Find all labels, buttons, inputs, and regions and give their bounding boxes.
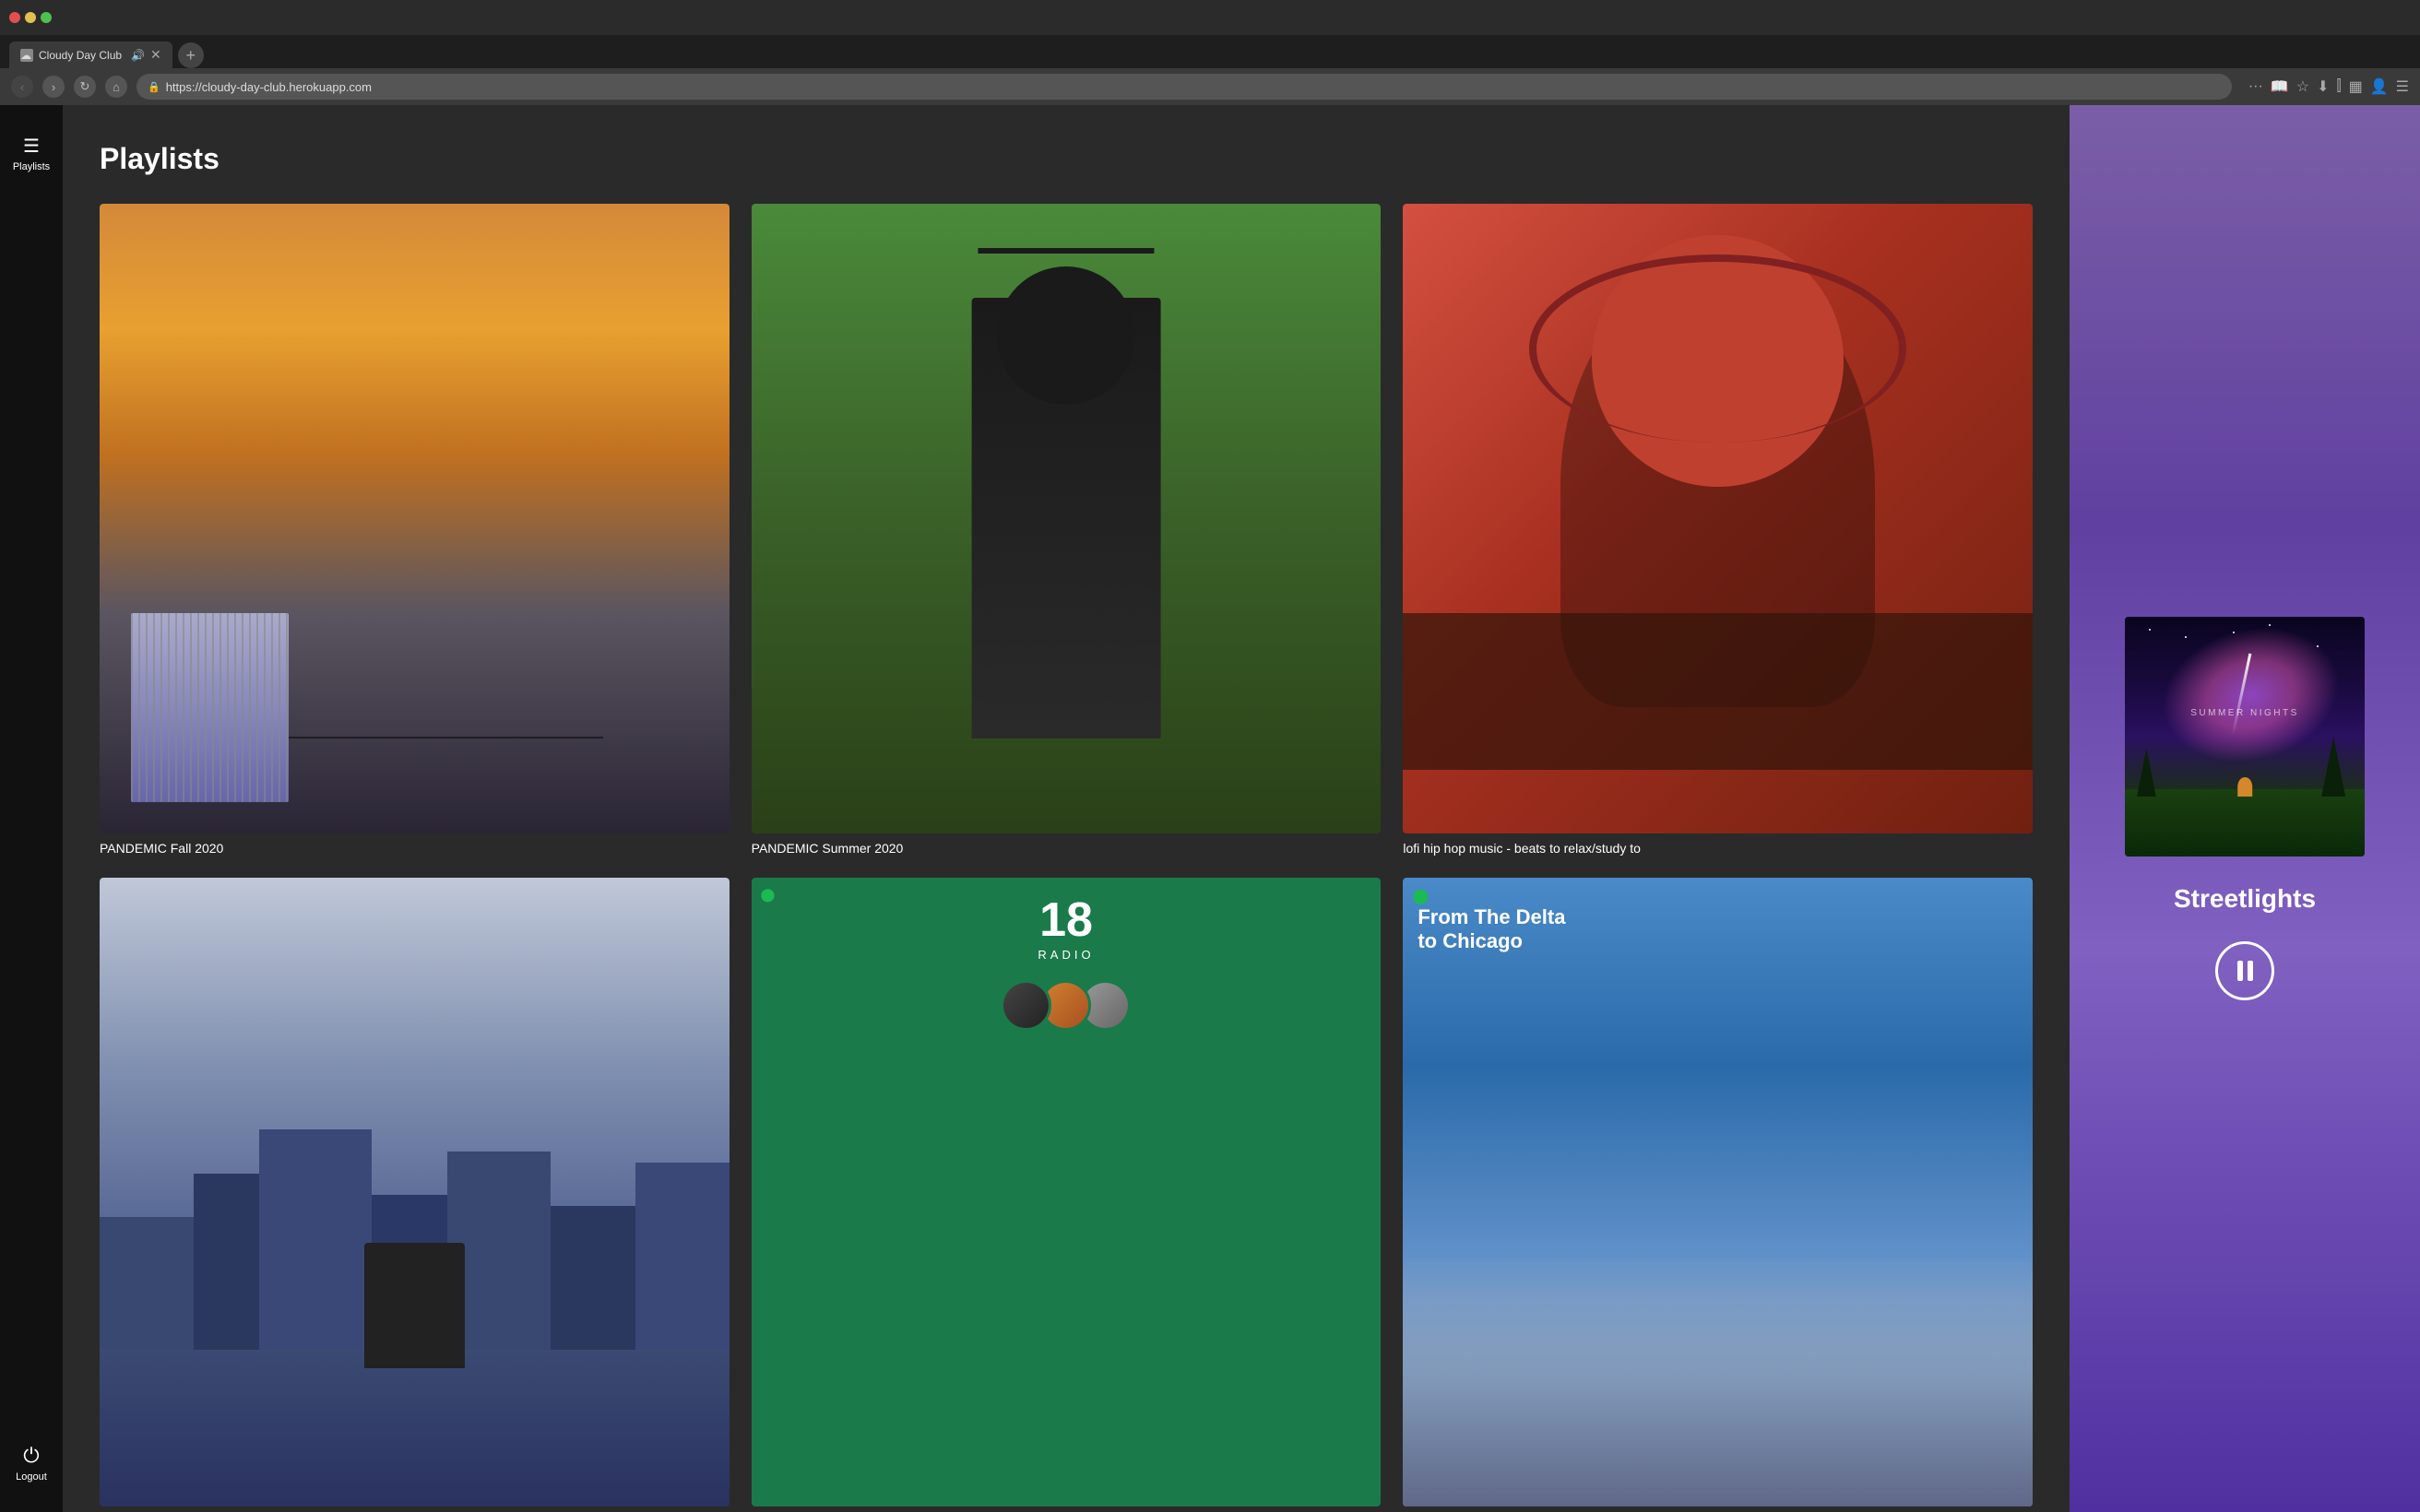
playlist-thumb-pandemic-summer [752, 204, 1382, 833]
address-bar[interactable]: 🔒 https://cloudy-day-club.herokuapp.com [136, 74, 2232, 100]
library-btn[interactable]: ⫿ [2336, 78, 2341, 95]
album-art-text: SUMMER NIGHTS [2190, 708, 2299, 718]
sidebar-logout-label: Logout [16, 1471, 47, 1482]
sidebar-item-label-playlists: Playlists [13, 161, 50, 172]
radio-number: 18 [1039, 896, 1093, 944]
pause-bar-left [2237, 961, 2243, 981]
browser-window-controls [0, 0, 2420, 35]
page-title: Playlists [100, 142, 2033, 176]
playlist-name-lofi: lofi hip hop music - beats to relax/stud… [1403, 841, 2033, 856]
playlists-icon: ☰ [23, 135, 40, 158]
app-layout: ☰ Playlists ⏻ Logout Playlists [0, 105, 2420, 1512]
close-window-btn[interactable] [9, 12, 20, 23]
home-btn[interactable]: ⌂ [105, 76, 127, 98]
playlist-card-18-radio[interactable]: ⬤ 18 RADIO [752, 878, 1382, 1512]
now-playing-title: Streetlights [2174, 884, 2316, 914]
download-btn[interactable]: ⬇ [2317, 77, 2329, 96]
profile-btn[interactable]: 👤 [2370, 77, 2389, 96]
playlist-thumb-life-spring [100, 878, 730, 1507]
tab-title: Cloudy Day Club [39, 49, 122, 62]
refresh-btn[interactable]: ↻ [74, 76, 96, 98]
album-art: SUMMER NIGHTS [2125, 617, 2365, 856]
more-btn[interactable]: ··· [2248, 78, 2263, 95]
playlist-card-life-spring[interactable]: LIFE Spring 2020 [100, 878, 730, 1512]
radio-label: RADIO [1038, 948, 1094, 962]
star-btn[interactable]: ☆ [2296, 77, 2309, 96]
pause-icon [2237, 961, 2253, 981]
tab-close-btn[interactable]: ✕ [150, 47, 161, 63]
spotify-delta-logo-icon: ⬤ [1412, 887, 1429, 905]
active-tab[interactable]: ☁ Cloudy Day Club 🔊 ✕ [9, 41, 172, 68]
sidebar: ☰ Playlists ⏻ Logout [0, 105, 63, 1512]
navigation-bar: ‹ › ↻ ⌂ 🔒 https://cloudy-day-club.heroku… [0, 68, 2420, 105]
playlist-thumb-pandemic-fall [100, 204, 730, 833]
playlist-card-delta-chicago[interactable]: ⬤ From The Deltato Chicago From the Delt… [1403, 878, 2033, 1512]
logout-icon: ⏻ [23, 1444, 39, 1468]
maximize-window-btn[interactable] [41, 12, 52, 23]
playlist-name-pandemic-summer: PANDEMIC Summer 2020 [752, 841, 1382, 856]
new-tab-btn[interactable]: + [178, 42, 204, 68]
album-art-content: SUMMER NIGHTS [2125, 617, 2365, 856]
tab-favicon: ☁ [20, 49, 33, 62]
menu-btn[interactable]: ☰ [2396, 77, 2409, 96]
play-pause-button[interactable] [2215, 941, 2274, 1000]
sidebar-item-playlists[interactable]: ☰ Playlists [0, 124, 63, 183]
tab-bar: ☁ Cloudy Day Club 🔊 ✕ + [0, 35, 2420, 68]
playlist-name-pandemic-fall: PANDEMIC Fall 2020 [100, 841, 730, 856]
tab-view-btn[interactable]: ▦ [2349, 77, 2363, 96]
playlist-card-pandemic-fall[interactable]: PANDEMIC Fall 2020 [100, 204, 730, 856]
playlist-thumb-18-radio: ⬤ 18 RADIO [752, 878, 1382, 1507]
spotify-logo-icon: ⬤ [761, 887, 776, 903]
playlist-thumb-lofi [1403, 204, 2033, 833]
minimize-window-btn[interactable] [25, 12, 36, 23]
audio-icon: 🔊 [131, 49, 145, 62]
sidebar-item-logout[interactable]: ⏻ Logout [0, 1433, 63, 1494]
playlist-card-lofi[interactable]: lofi hip hop music - beats to relax/stud… [1403, 204, 2033, 856]
url-text: https://cloudy-day-club.herokuapp.com [166, 80, 372, 94]
lock-icon: 🔒 [148, 81, 160, 93]
pocket-btn[interactable]: 📖 [2271, 77, 2289, 96]
main-content: Playlists PANDEMIC Fall 2020 [63, 105, 2070, 1512]
forward-btn[interactable]: › [42, 76, 65, 98]
pause-bar-right [2248, 961, 2253, 981]
now-playing-panel: SUMMER NIGHTS Streetlights [2070, 105, 2420, 1512]
playlist-thumb-delta-chicago: ⬤ From The Deltato Chicago [1403, 878, 2033, 1507]
back-btn[interactable]: ‹ [11, 76, 33, 98]
playlists-grid: PANDEMIC Fall 2020 PANDEMIC Summer 2020 [100, 204, 2033, 1512]
playlist-card-pandemic-summer[interactable]: PANDEMIC Summer 2020 [752, 204, 1382, 856]
